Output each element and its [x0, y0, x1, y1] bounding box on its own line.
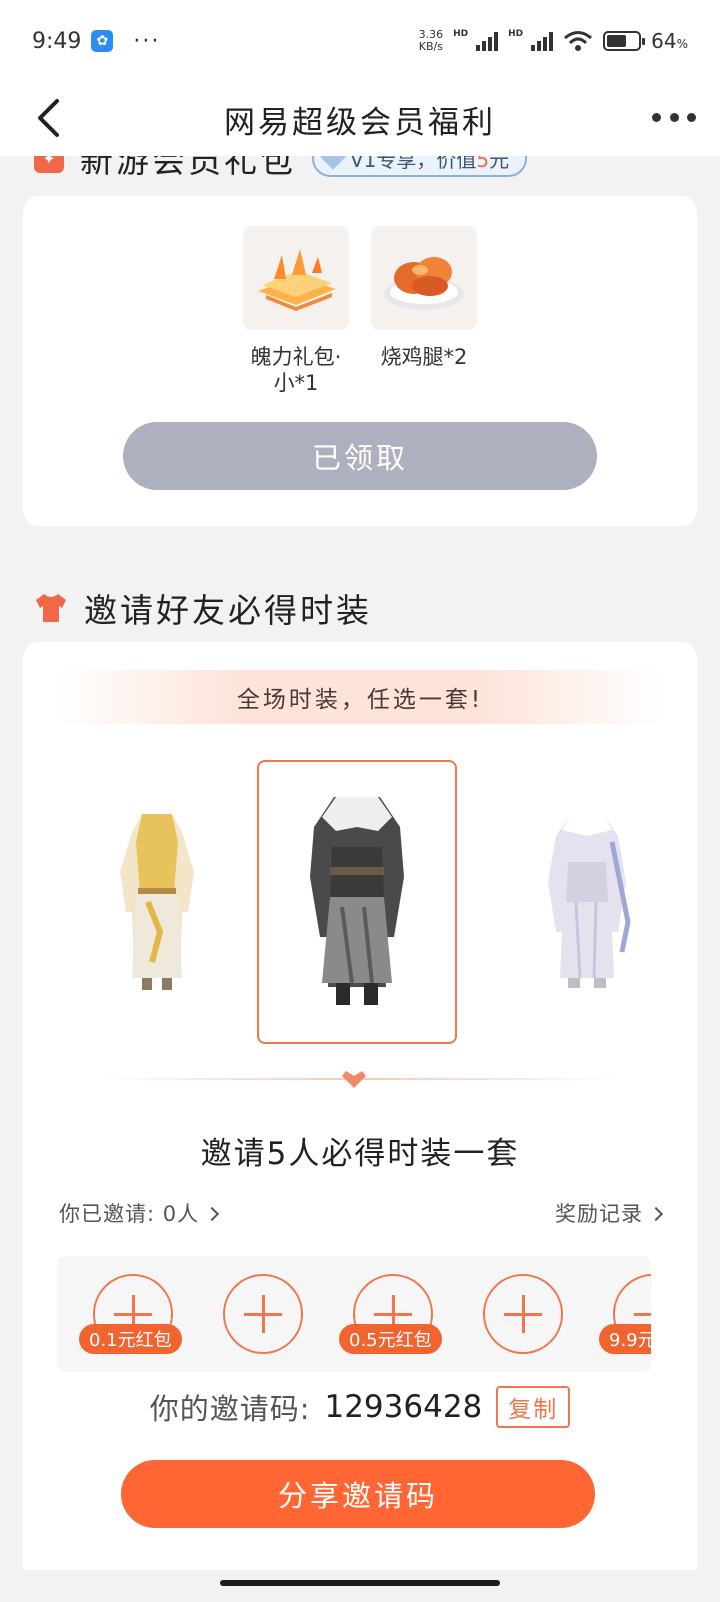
home-indicator[interactable] [220, 1580, 500, 1586]
battery-unit: % [676, 37, 688, 51]
outfit-option-gold[interactable] [57, 760, 257, 1044]
outfit-banner: 全场时装，任选一套! [57, 670, 663, 724]
gift-item[interactable]: 魄力礼包·小*1 [243, 226, 349, 396]
status-more-dots: ··· [133, 28, 161, 54]
battery-value: 64 [651, 29, 677, 53]
gold-robe-icon [120, 814, 194, 990]
invited-count-label: 你已邀请: 0人 [59, 1202, 200, 1226]
vip-exclusive-badge: V1专享，价值5元 [312, 156, 528, 177]
invite-code-row: 你的邀请码: 12936428 复制 [23, 1386, 697, 1428]
heart-icon [342, 1071, 366, 1088]
chevron-left-icon [38, 99, 59, 137]
diamond-icon [320, 156, 346, 170]
reward-tag: 9.9元 [599, 1324, 651, 1354]
invite-section-title: 邀请好友必得时装 [84, 591, 372, 630]
vip-badge-prefix: V1专享，价值 [350, 156, 477, 172]
invite-goal-title: 邀请5人必得时装一套 [200, 1136, 520, 1172]
hd-label-1: HD [453, 29, 469, 39]
wifi-icon [564, 31, 593, 51]
charm-pack-icon [258, 249, 336, 311]
invite-section-header: 邀请好友必得时装 [34, 584, 372, 632]
gift-section-header: ✦ 新游会员礼包 V1专享，价值5元 [34, 156, 528, 182]
gift-item[interactable]: 烧鸡腿*2 [371, 226, 477, 396]
invite-slots[interactable]: 0.1元红包 0.5元红包 9.9元 [57, 1256, 651, 1372]
invite-slot[interactable] [483, 1274, 563, 1354]
reward-records-link[interactable]: 奖励记录 [555, 1198, 664, 1228]
outfit-option-dark[interactable] [257, 760, 457, 1044]
copy-button[interactable]: 复制 [496, 1386, 571, 1428]
more-options-button[interactable] [652, 102, 696, 132]
white-robe-icon [548, 816, 631, 988]
invite-slot[interactable] [223, 1274, 303, 1354]
claimed-button[interactable]: 已领取 [123, 422, 597, 490]
outfit-option-white[interactable] [487, 760, 687, 1044]
scroll-content[interactable]: ✦ 新游会员礼包 V1专享，价值5元 魄力礼包·小*1 烧鸡腿*2 已领取 邀请… [0, 156, 720, 1570]
net-speed: 3.36 KB/s [419, 29, 444, 53]
status-time: 9:49 [32, 28, 82, 54]
page-header: 网易超级会员福利 [0, 82, 720, 156]
vip-badge-value: 5 [476, 156, 490, 172]
invite-code-label: 你的邀请码: [149, 1392, 311, 1426]
gift-section-title: 新游会员礼包 [80, 156, 296, 180]
share-invite-code-button[interactable]: 分享邀请码 [121, 1460, 595, 1528]
gift-thumbnail [243, 226, 349, 330]
status-bar: 9:49 ✿ ··· 3.36 KB/s HD HD 64% [0, 0, 720, 82]
outfit-carousel[interactable] [23, 760, 697, 1044]
invite-card: 全场时装，任选一套! 邀请5人必得时装一套 你已邀请: 0人 奖励记录 0.1元… [23, 642, 697, 1570]
reward-tag: 0.5元红包 [339, 1324, 442, 1354]
net-speed-unit: KB/s [418, 40, 443, 53]
gift-item-name: 烧鸡腿*2 [380, 345, 468, 369]
baidu-app-icon: ✿ [91, 30, 114, 52]
status-left: 9:49 ✿ ··· [32, 29, 160, 54]
gift-thumbnail [371, 226, 477, 330]
reward-records-label: 奖励记录 [555, 1202, 643, 1226]
plus-icon-bar [521, 1295, 525, 1333]
more-dot-icon [652, 112, 661, 122]
plus-icon-bar [261, 1295, 265, 1333]
signal-icon-1 [476, 31, 499, 51]
back-button[interactable] [26, 96, 70, 140]
plus-icon [634, 1312, 651, 1316]
dark-armor-robe-icon [310, 797, 404, 1005]
battery-percent: 64% [651, 29, 688, 53]
battery-icon [603, 31, 646, 51]
invited-count-link[interactable]: 你已邀请: 0人 [59, 1198, 220, 1228]
more-dot-icon [687, 112, 696, 122]
gift-card: 魄力礼包·小*1 烧鸡腿*2 已领取 [23, 196, 697, 526]
hd-label-2: HD [508, 29, 524, 39]
invite-status-row: 你已邀请: 0人 奖励记录 [59, 1198, 664, 1228]
shirt-icon [36, 594, 66, 622]
vip-badge-suffix: 元 [489, 156, 510, 172]
signal-icon-2 [531, 31, 554, 51]
gift-item-name: 魄力礼包·小*1 [250, 345, 342, 395]
sparkle-icon: ✦ [34, 156, 64, 173]
roast-drumstick-icon [384, 257, 464, 310]
gift-item-list: 魄力礼包·小*1 烧鸡腿*2 [23, 226, 697, 396]
chevron-right-icon [205, 1206, 220, 1222]
battery-fill [607, 35, 627, 47]
page-title: 网易超级会员福利 [224, 104, 496, 141]
status-right: 3.36 KB/s HD HD 64% [419, 29, 688, 54]
chevron-right-icon [648, 1206, 664, 1222]
invite-code-value: 12936428 [324, 1389, 483, 1425]
more-dot-icon [669, 112, 679, 122]
reward-tag: 0.1元红包 [79, 1324, 182, 1354]
